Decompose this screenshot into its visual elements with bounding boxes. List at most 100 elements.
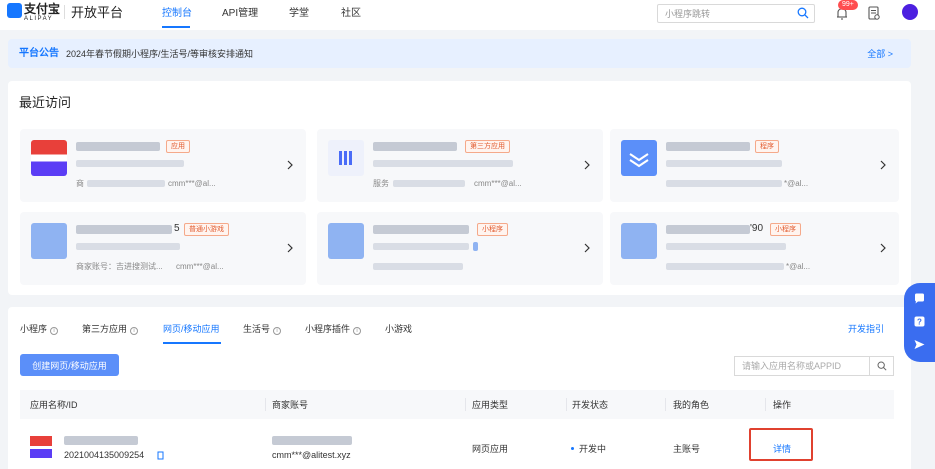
create-web-app-button[interactable]: 创建网页/移动应用 [20,354,119,376]
tile-account: *@al... [786,262,811,271]
logo-sub: ALIPAY [24,16,54,22]
app-icon [31,223,67,259]
chevron-right-icon [287,160,293,170]
search-icon [877,361,887,371]
chevron-right-icon [287,243,293,253]
app-name-blurred [64,436,138,445]
app-name-blurred [373,142,457,151]
app-type-tag: 小程序 [477,223,508,236]
dev-status-label: 开发中 [579,444,607,454]
nav-academy[interactable]: 学堂 [289,8,309,20]
recent-visits-card: 最近访问 应用 商 cmm***@al... 第三方应用 服务 cmm***@a… [8,81,911,295]
chevron-right-icon [880,243,886,253]
apps-card: 小程序 i 第三方应用 i 网页/移动应用 生活号 i 小程序插件 i 小游戏 开发指引… [8,307,911,469]
copy-icon[interactable] [157,450,165,460]
app-id-blurred [76,243,180,250]
app-name-blurred [76,142,160,151]
col-action: 操作 [773,400,792,410]
merchant-account: cmm***@alitest.xyz [272,450,351,460]
tile-sub: 商 [76,179,84,188]
tab-third-party[interactable]: 第三方应用 i [82,324,139,335]
merchant-blurred [393,180,465,187]
column-divider [566,398,567,411]
search-icon[interactable] [797,7,809,19]
merchant-blurred [87,180,165,187]
app-name-blurred [373,225,469,234]
user-avatar[interactable] [902,4,918,20]
floating-toolbar: ? [904,283,935,362]
alipay-logo-icon[interactable] [7,3,22,18]
info-icon[interactable]: i [353,327,362,335]
col-dev-status: 开发状态 [572,400,609,410]
detail-link[interactable]: 详情 [773,444,791,455]
column-divider [265,398,266,411]
my-role: 主账号 [673,444,701,454]
app-name-blurred [76,225,172,234]
col-merchant-account: 商家账号 [272,400,309,410]
recent-tile[interactable]: 第三方应用 服务 cmm***@al... [317,129,603,202]
tab-label: 生活号 [243,324,271,334]
brand-title[interactable]: 开放平台 [71,5,123,20]
nav-console[interactable]: 控制台 [162,8,192,20]
tile-account: *@al... [784,179,809,188]
recent-tile[interactable]: '90 小程序 *@al... [610,212,899,285]
tab-minigame[interactable]: 小游戏 [385,324,412,335]
announcement-all-link[interactable]: 全部 > [867,49,893,60]
chevron-right-icon [880,160,886,170]
app-icon [30,436,52,458]
document-icon[interactable] [868,6,880,20]
nav-api[interactable]: API管理 [222,8,258,20]
tab-label: 第三方应用 [82,324,128,334]
app-name-suffix: 5 [174,223,180,234]
info-icon[interactable]: i [273,327,282,335]
help-icon[interactable]: ? [913,315,926,328]
info-icon[interactable]: i [130,327,139,335]
column-divider [665,398,666,411]
tab-label: 小程序插件 [305,324,351,334]
tab-plugin[interactable]: 小程序插件 i [305,324,362,335]
app-search-button[interactable] [869,356,894,376]
app-icon [328,223,364,259]
app-search-input[interactable] [734,356,869,376]
info-icon[interactable]: i [50,327,59,335]
copy-mark [473,242,478,251]
tab-web-mobile[interactable]: 网页/移动应用 [163,324,220,335]
app-type-tag: 普通小游戏 [184,223,229,236]
recent-tile[interactable]: 小程序 [317,212,603,285]
app-type-tag: 应用 [166,140,190,153]
app-name-blurred [666,142,750,151]
recent-visits-title: 最近访问 [19,95,72,110]
app-name-suffix: '90 [750,223,764,234]
tab-label: 小游戏 [385,324,413,334]
notification-badge: 99+ [838,0,858,10]
app-id-blurred [666,243,786,250]
merchant-blurred [666,263,784,270]
app-type-tag: 小程序 [770,223,801,236]
tab-miniprogram[interactable]: 小程序 i [20,324,59,335]
col-app-name: 应用名称/ID [30,400,78,410]
recent-tile[interactable]: 应用 商 cmm***@al... [20,129,306,202]
column-divider [465,398,466,411]
tile-sub: 服务 [373,179,389,188]
col-my-role: 我的角色 [673,400,710,410]
tab-label: 网页/移动应用 [163,324,220,334]
announcement-title: 平台公告 [19,48,59,59]
tab-lifestyle[interactable]: 生活号 i [243,324,282,335]
app-id-blurred [373,243,469,250]
table-header: 应用名称/ID 商家账号 应用类型 开发状态 我的角色 操作 [20,390,894,419]
chat-icon[interactable] [913,292,926,305]
recent-tile[interactable]: 5 普通小游戏 商家账号：吉进搜测试... cmm***@al... [20,212,306,285]
recent-tile[interactable]: 程序 *@al... [610,129,899,202]
app-id: 2021004135009254 [64,450,145,460]
nav-active-underline [162,26,190,28]
svg-text:?: ? [917,318,922,327]
logo-divider [64,5,65,19]
miniprogram-jump-input[interactable] [657,4,815,23]
merchant-blurred [666,180,782,187]
app-icon [328,140,364,176]
announcement-text[interactable]: 2024年春节假期小程序/生活号/等审核安排通知 [66,49,253,60]
dev-guide-link[interactable]: 开发指引 [848,324,884,335]
merchant-blurred [373,263,463,270]
nav-community[interactable]: 社区 [341,8,361,20]
send-icon[interactable] [913,338,926,351]
